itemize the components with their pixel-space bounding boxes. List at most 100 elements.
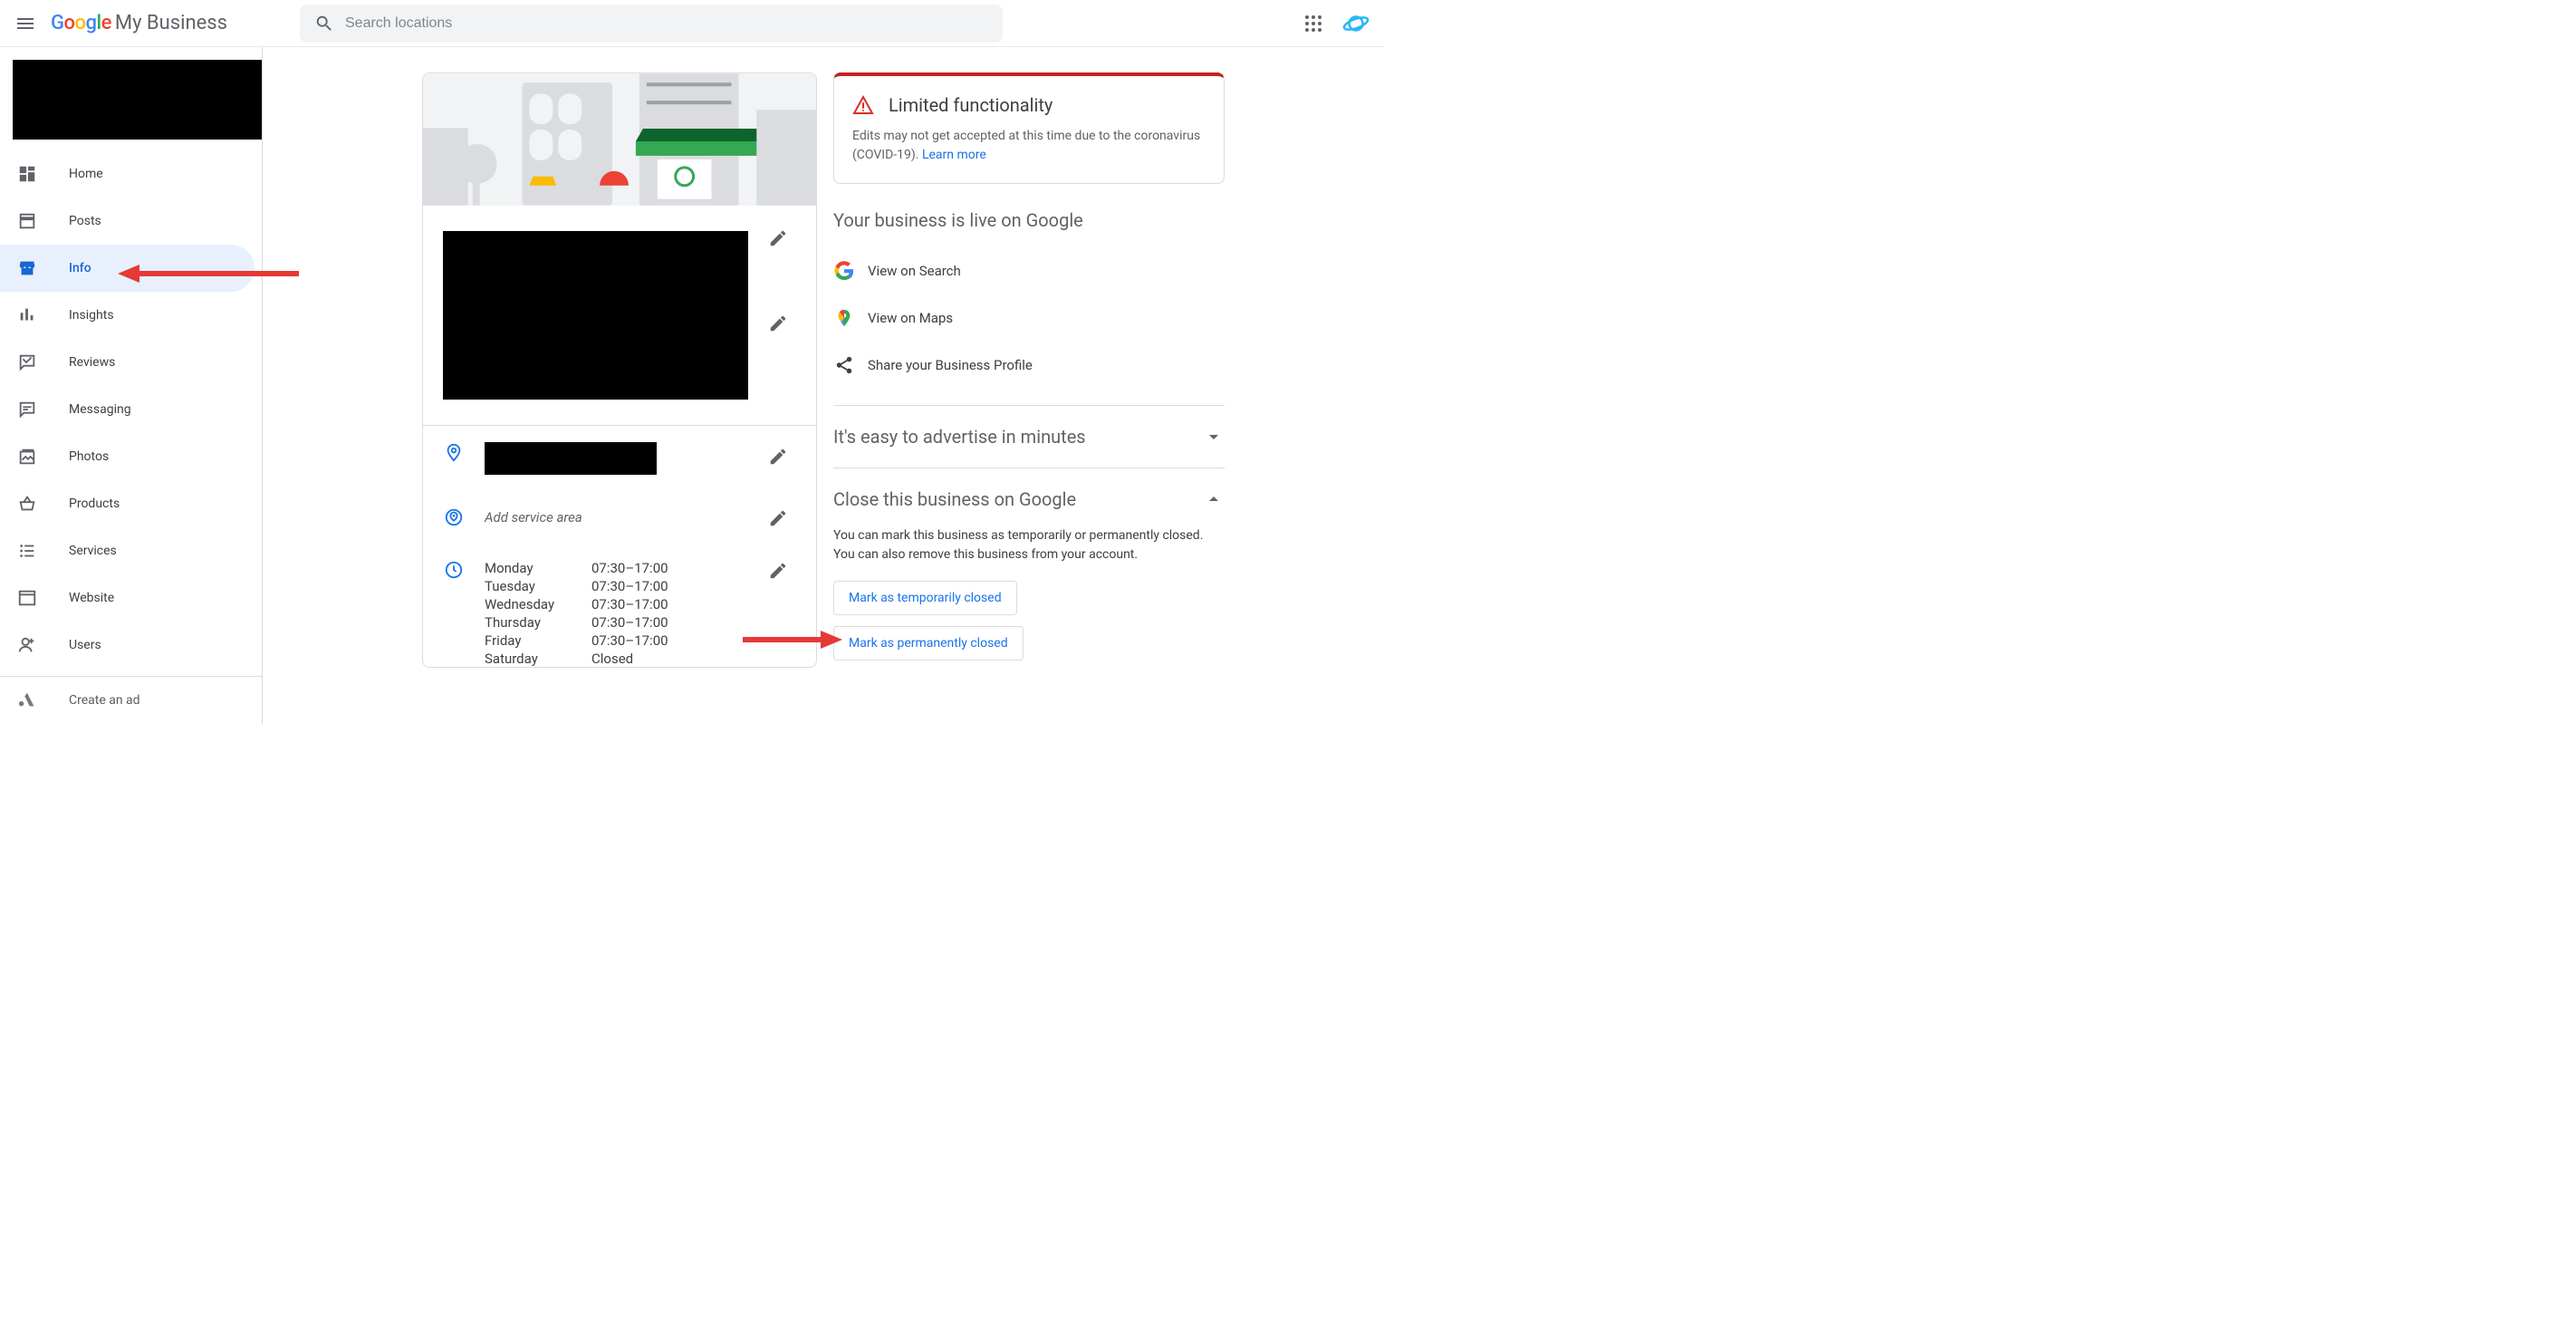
service-area-placeholder: Add service area — [485, 509, 582, 526]
business-title-redacted — [443, 231, 748, 400]
close-business-desc: You can mark this business as temporaril… — [833, 526, 1225, 564]
alert-card: Limited functionality Edits may not get … — [833, 72, 1225, 184]
edit-category-button[interactable] — [760, 305, 796, 342]
share-profile-row[interactable]: Share your Business Profile — [833, 342, 1225, 389]
main-content: Add service area Monday07:30–17:00 Tuesd… — [263, 47, 1384, 724]
search-box[interactable] — [300, 5, 1003, 43]
hours-day: Thursday — [485, 614, 591, 631]
share-icon — [833, 354, 855, 376]
sidebar-item-info[interactable]: Info — [0, 245, 255, 292]
mark-permanently-closed-button[interactable]: Mark as permanently closed — [833, 626, 1024, 660]
google-g-icon — [833, 260, 855, 282]
info-card: Add service area Monday07:30–17:00 Tuesd… — [422, 72, 817, 668]
close-business-expander[interactable]: Close this business on Google — [833, 485, 1225, 514]
ads-icon — [16, 689, 38, 711]
mark-temporarily-closed-button[interactable]: Mark as temporarily closed — [833, 581, 1017, 615]
pin-icon — [443, 442, 465, 462]
users-icon — [16, 634, 38, 656]
hours-time: 07:30–17:00 — [591, 578, 668, 594]
store-icon — [16, 257, 38, 279]
sidebar-item-label: Posts — [69, 214, 101, 228]
basket-icon — [16, 493, 38, 515]
sidebar-item-insights[interactable]: Insights — [0, 292, 255, 339]
hours-time: Closed — [591, 651, 668, 667]
search-icon — [314, 14, 334, 34]
hours-day: Saturday — [485, 651, 591, 667]
sidebar-item-label: Users — [69, 638, 101, 652]
live-title: Your business is live on Google — [833, 209, 1225, 231]
sidebar-item-label: Website — [69, 591, 114, 605]
sidebar-item-posts[interactable]: Posts — [0, 198, 255, 245]
advertise-title: It's easy to advertise in minutes — [833, 426, 1086, 448]
reviews-icon — [16, 352, 38, 373]
chevron-up-icon — [1203, 488, 1225, 510]
hours-day: Friday — [485, 632, 591, 649]
edit-hours-button[interactable] — [760, 553, 796, 589]
sidebar-item-photos[interactable]: Photos — [0, 433, 255, 480]
list-icon — [16, 540, 38, 562]
planet-icon[interactable] — [1342, 10, 1370, 37]
sidebar: Home Posts Info Insights Reviews Messagi… — [0, 47, 263, 724]
view-on-maps-row[interactable]: View on Maps — [833, 294, 1225, 342]
sidebar-item-create-ad[interactable]: Create an ad — [0, 677, 255, 724]
hours-grid: Monday07:30–17:00 Tuesday07:30–17:00 Wed… — [485, 560, 668, 667]
sidebar-item-label: Services — [69, 544, 117, 558]
sidebar-item-label: Products — [69, 497, 120, 511]
menu-icon[interactable] — [14, 13, 36, 34]
address-redacted — [485, 442, 657, 475]
service-area-icon — [443, 507, 465, 527]
logo-subtitle: My Business — [115, 12, 227, 34]
sidebar-item-website[interactable]: Website — [0, 574, 255, 622]
live-section: Your business is live on Google View on … — [833, 209, 1225, 389]
right-column: Limited functionality Edits may not get … — [833, 72, 1225, 724]
business-name-redacted — [13, 60, 262, 140]
sidebar-item-label: Reviews — [69, 355, 115, 370]
sidebar-item-reviews[interactable]: Reviews — [0, 339, 255, 386]
hours-time: 07:30–17:00 — [591, 560, 668, 576]
sidebar-item-label: Photos — [69, 449, 109, 464]
sidebar-item-users[interactable]: Users — [0, 622, 255, 669]
learn-more-link[interactable]: Learn more — [922, 148, 986, 162]
view-on-maps-label: View on Maps — [868, 310, 953, 326]
hours-day: Wednesday — [485, 596, 591, 612]
maps-pin-icon — [833, 307, 855, 329]
logo[interactable]: Google My Business — [51, 12, 227, 34]
chat-icon — [16, 399, 38, 420]
hours-day: Monday — [485, 560, 591, 576]
bar-chart-icon — [16, 304, 38, 326]
hours-row: Monday07:30–17:00 Tuesday07:30–17:00 Wed… — [423, 544, 816, 667]
warning-icon — [852, 94, 874, 116]
view-on-search-row[interactable]: View on Search — [833, 247, 1225, 294]
close-business-title: Close this business on Google — [833, 488, 1076, 510]
top-bar: Google My Business — [0, 0, 1384, 47]
sidebar-item-products[interactable]: Products — [0, 480, 255, 527]
sidebar-item-label: Messaging — [69, 402, 131, 417]
posts-icon — [16, 210, 38, 232]
web-icon — [16, 587, 38, 609]
photos-icon — [16, 446, 38, 468]
hours-time: 07:30–17:00 — [591, 596, 668, 612]
location-row — [423, 425, 816, 491]
advertise-expander[interactable]: It's easy to advertise in minutes — [833, 422, 1225, 451]
alert-title: Limited functionality — [889, 94, 1053, 116]
sidebar-item-services[interactable]: Services — [0, 527, 255, 574]
sidebar-item-label: Insights — [69, 308, 114, 323]
edit-service-area-button[interactable] — [760, 500, 796, 536]
view-on-search-label: View on Search — [868, 263, 961, 279]
alert-body: Edits may not get accepted at this time … — [852, 127, 1206, 165]
share-profile-label: Share your Business Profile — [868, 357, 1033, 373]
edit-address-button[interactable] — [760, 439, 796, 475]
apps-grid-icon[interactable] — [1302, 13, 1324, 34]
sidebar-item-messaging[interactable]: Messaging — [0, 386, 255, 433]
illustration — [423, 73, 816, 206]
hours-day: Tuesday — [485, 578, 591, 594]
edit-name-button[interactable] — [760, 220, 796, 256]
sidebar-item-home[interactable]: Home — [0, 150, 255, 198]
hours-time: 07:30–17:00 — [591, 614, 668, 631]
search-input[interactable] — [345, 15, 988, 32]
dashboard-icon — [16, 163, 38, 185]
hours-time: 07:30–17:00 — [591, 632, 668, 649]
sidebar-item-label: Info — [69, 261, 91, 275]
sidebar-item-label: Create an ad — [69, 693, 140, 708]
service-area-row: Add service area — [423, 491, 816, 544]
